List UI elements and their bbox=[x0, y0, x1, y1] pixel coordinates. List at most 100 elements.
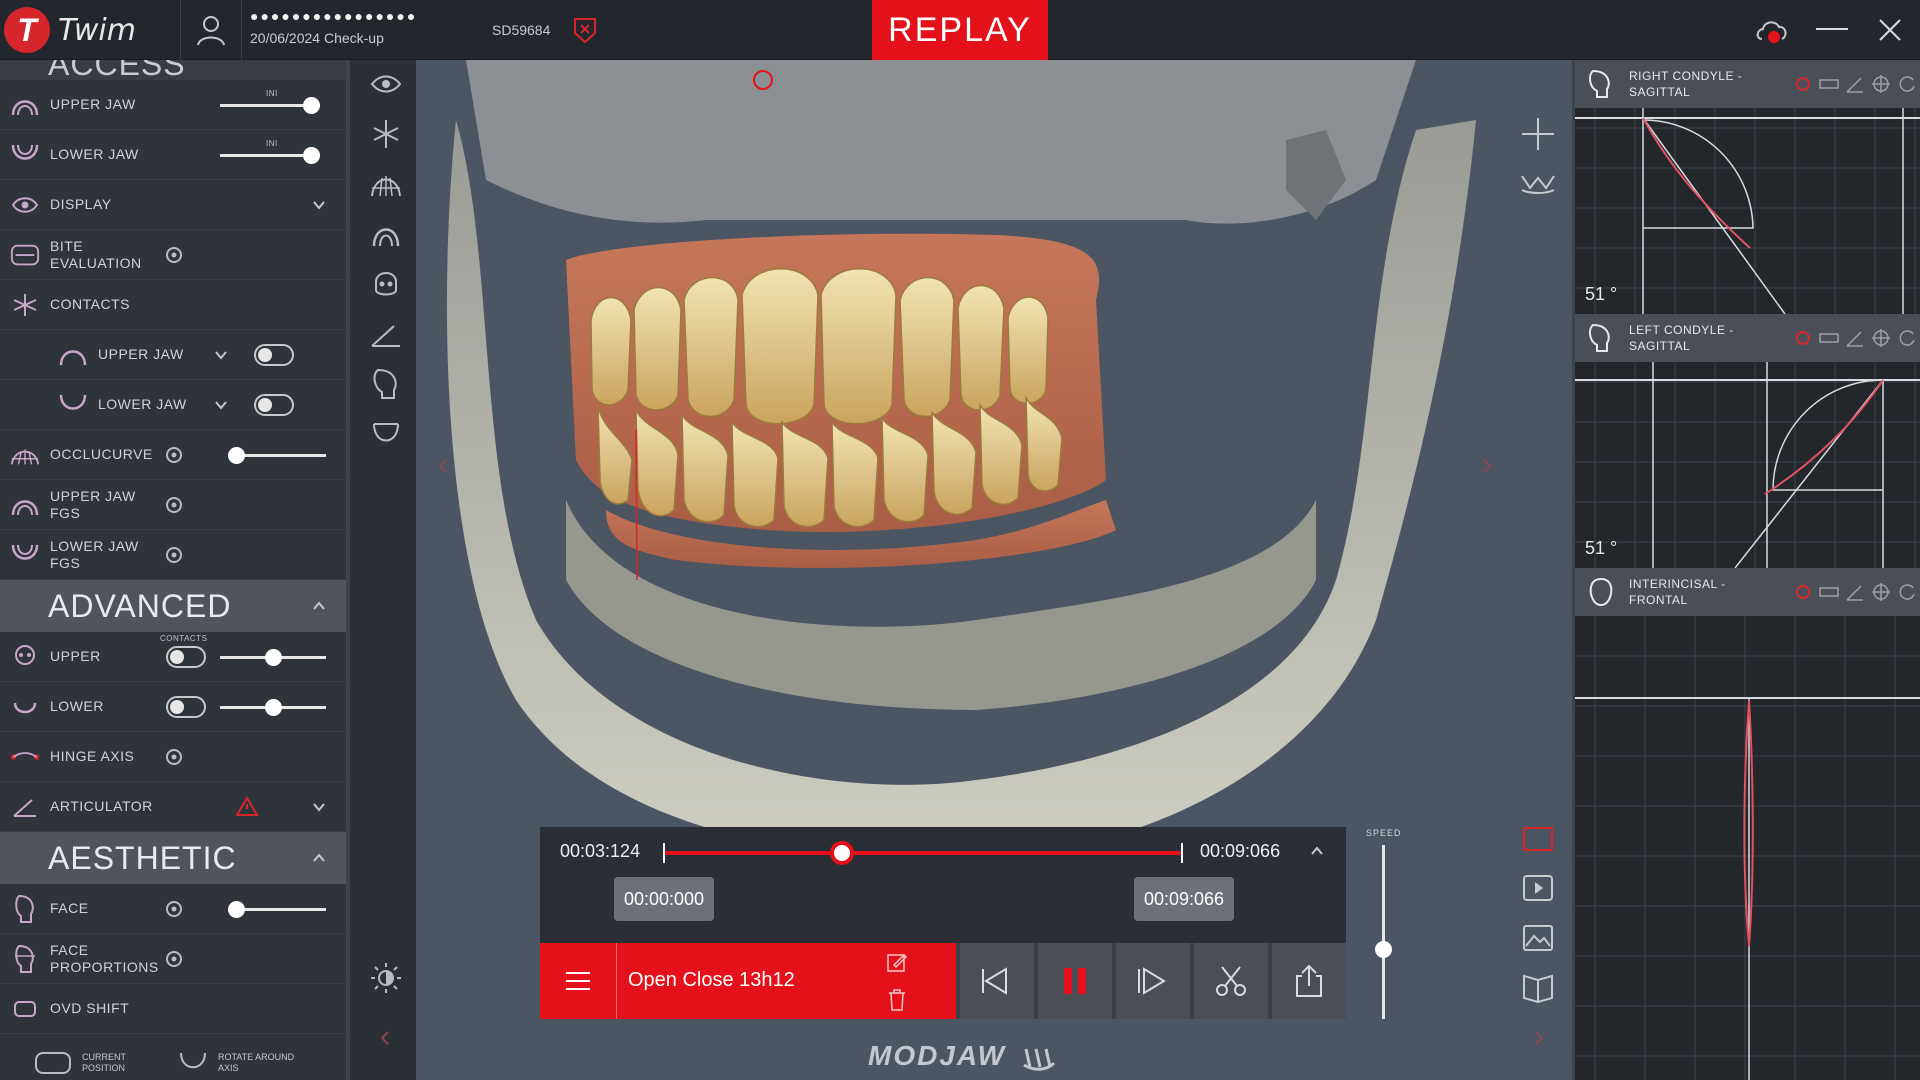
row-contacts-lower-jaw[interactable]: LOWER JAW bbox=[0, 380, 346, 430]
chevron-down-icon[interactable] bbox=[214, 398, 228, 412]
trash-icon[interactable] bbox=[888, 989, 906, 1011]
cloud-sync-icon[interactable] bbox=[1752, 12, 1792, 48]
upper-jaw-opacity-slider[interactable] bbox=[220, 97, 320, 114]
row-lower-jaw-fgs[interactable]: LOWER JAW FGS bbox=[0, 530, 346, 580]
row-face[interactable]: FACE bbox=[0, 884, 346, 934]
close-icon[interactable] bbox=[1870, 12, 1910, 48]
target-icon[interactable] bbox=[1871, 74, 1891, 94]
collapse-left-icon[interactable] bbox=[368, 1020, 404, 1056]
chevron-up-icon[interactable] bbox=[1310, 845, 1324, 857]
articulator-icon[interactable] bbox=[368, 316, 404, 352]
slider-knob[interactable] bbox=[264, 699, 282, 716]
crosshair-icon[interactable] bbox=[1520, 116, 1556, 152]
section-access-header[interactable]: ACCESS bbox=[0, 60, 346, 80]
target-icon[interactable] bbox=[1871, 328, 1891, 348]
video-icon[interactable] bbox=[1520, 870, 1556, 906]
gear-icon[interactable] bbox=[163, 544, 185, 566]
target-icon[interactable] bbox=[1871, 582, 1891, 602]
panel-left-condyle-graph[interactable]: 51 ° bbox=[1575, 362, 1920, 568]
panel-right-condyle-graph[interactable]: 51 ° bbox=[1575, 108, 1920, 314]
upper-advanced-slider[interactable] bbox=[220, 649, 326, 666]
chevron-up-icon[interactable] bbox=[312, 599, 326, 613]
lower-jaw-opacity-slider[interactable] bbox=[220, 147, 320, 164]
next-frame-button[interactable] bbox=[1114, 943, 1190, 1019]
menu-icon[interactable] bbox=[564, 971, 592, 991]
occlucurve-icon[interactable] bbox=[368, 166, 404, 202]
upper-jaw-contacts-toggle[interactable] bbox=[254, 344, 294, 366]
slider-knob[interactable] bbox=[264, 649, 282, 666]
gear-icon[interactable] bbox=[163, 444, 185, 466]
slider-knob[interactable] bbox=[228, 447, 245, 464]
folder-icon[interactable] bbox=[1520, 820, 1556, 856]
row-ovd-shift[interactable]: OVD SHIFT bbox=[0, 984, 346, 1034]
section-aesthetic-header[interactable]: AESTHETIC bbox=[0, 832, 346, 884]
playhead[interactable] bbox=[830, 841, 855, 865]
row-upper-jaw-fgs[interactable]: UPPER JAW FGS bbox=[0, 480, 346, 530]
close-patient-icon[interactable] bbox=[572, 16, 598, 49]
contacts-icon[interactable] bbox=[368, 116, 404, 152]
angle-icon[interactable] bbox=[1845, 328, 1865, 348]
upper-jaw-icon[interactable] bbox=[368, 216, 404, 252]
range-start-box[interactable]: 00:00:000 bbox=[614, 877, 714, 921]
row-lower-jaw[interactable]: LOWER JAW INI bbox=[0, 130, 346, 180]
occlusion-view-icon[interactable] bbox=[1520, 164, 1556, 200]
user-button[interactable] bbox=[180, 0, 242, 60]
slider-knob[interactable] bbox=[228, 901, 245, 918]
ruler-icon[interactable] bbox=[1819, 328, 1839, 348]
angle-icon[interactable] bbox=[1845, 582, 1865, 602]
collapse-right-icon[interactable] bbox=[1520, 1020, 1556, 1056]
lower-advanced-slider[interactable] bbox=[220, 699, 326, 716]
rotate-around-axis-button[interactable]: ROTATE AROUND AXIS bbox=[178, 1050, 308, 1076]
edit-icon[interactable] bbox=[886, 951, 908, 973]
range-end-marker[interactable] bbox=[1181, 843, 1183, 863]
row-display[interactable]: DISPLAY bbox=[0, 180, 346, 230]
image-icon[interactable] bbox=[1520, 920, 1556, 956]
range-start-marker[interactable] bbox=[663, 843, 665, 863]
gear-icon[interactable] bbox=[163, 746, 185, 768]
slider-knob[interactable] bbox=[303, 147, 320, 164]
row-articulator[interactable]: ARTICULATOR bbox=[0, 782, 346, 832]
slider-knob[interactable] bbox=[303, 97, 320, 114]
row-face-proportions[interactable]: FACE PROPORTIONS bbox=[0, 934, 346, 984]
face-opacity-slider[interactable] bbox=[228, 901, 326, 918]
chevron-down-icon[interactable] bbox=[312, 800, 326, 814]
chevron-down-icon[interactable] bbox=[312, 198, 326, 212]
row-contacts[interactable]: CONTACTS bbox=[0, 280, 346, 330]
eye-icon[interactable] bbox=[368, 66, 404, 102]
ruler-icon[interactable] bbox=[1819, 582, 1839, 602]
upper-contacts-toggle[interactable] bbox=[166, 646, 206, 668]
export-button[interactable] bbox=[1270, 943, 1346, 1019]
row-advanced-upper[interactable]: UPPER CONTACTS bbox=[0, 632, 346, 682]
ruler-icon[interactable] bbox=[1819, 74, 1839, 94]
row-occlucurve[interactable]: OCCLUCURVE bbox=[0, 430, 346, 480]
speed-slider[interactable] bbox=[1382, 845, 1385, 1019]
occlucurve-slider[interactable] bbox=[228, 447, 326, 464]
chevron-down-icon[interactable] bbox=[214, 348, 228, 362]
angle-icon[interactable] bbox=[1845, 74, 1865, 94]
row-advanced-lower[interactable]: LOWER bbox=[0, 682, 346, 732]
row-bite-evaluation[interactable]: BITE EVALUATION bbox=[0, 230, 346, 280]
timeline-scrubber[interactable] bbox=[663, 841, 1183, 865]
gear-icon[interactable] bbox=[163, 494, 185, 516]
skull-icon[interactable] bbox=[368, 266, 404, 302]
condyle-marker-icon[interactable] bbox=[1793, 328, 1813, 348]
condyle-marker-icon[interactable] bbox=[1793, 582, 1813, 602]
section-advanced-header[interactable]: ADVANCED bbox=[0, 580, 346, 632]
panel-interincisal-graph[interactable] bbox=[1575, 616, 1920, 1080]
pause-button[interactable] bbox=[1036, 943, 1112, 1019]
row-contacts-upper-jaw[interactable]: UPPER JAW bbox=[0, 330, 346, 380]
condyle-marker-icon[interactable] bbox=[1793, 74, 1813, 94]
range-end-box[interactable]: 00:09:066 bbox=[1134, 877, 1234, 921]
reset-icon[interactable] bbox=[1897, 328, 1917, 348]
current-position-button[interactable]: CURRENT POSITION bbox=[34, 1050, 142, 1076]
chevron-up-icon[interactable] bbox=[312, 851, 326, 865]
reset-icon[interactable] bbox=[1897, 582, 1917, 602]
row-upper-jaw[interactable]: UPPER JAW INI bbox=[0, 80, 346, 130]
lower-jaw-contacts-toggle[interactable] bbox=[254, 394, 294, 416]
gear-icon[interactable] bbox=[163, 898, 185, 920]
gear-icon[interactable] bbox=[163, 948, 185, 970]
minimize-icon[interactable] bbox=[1812, 12, 1852, 48]
cut-button[interactable] bbox=[1192, 943, 1268, 1019]
lower-contacts-toggle[interactable] bbox=[166, 696, 206, 718]
previous-frame-button[interactable] bbox=[958, 943, 1034, 1019]
